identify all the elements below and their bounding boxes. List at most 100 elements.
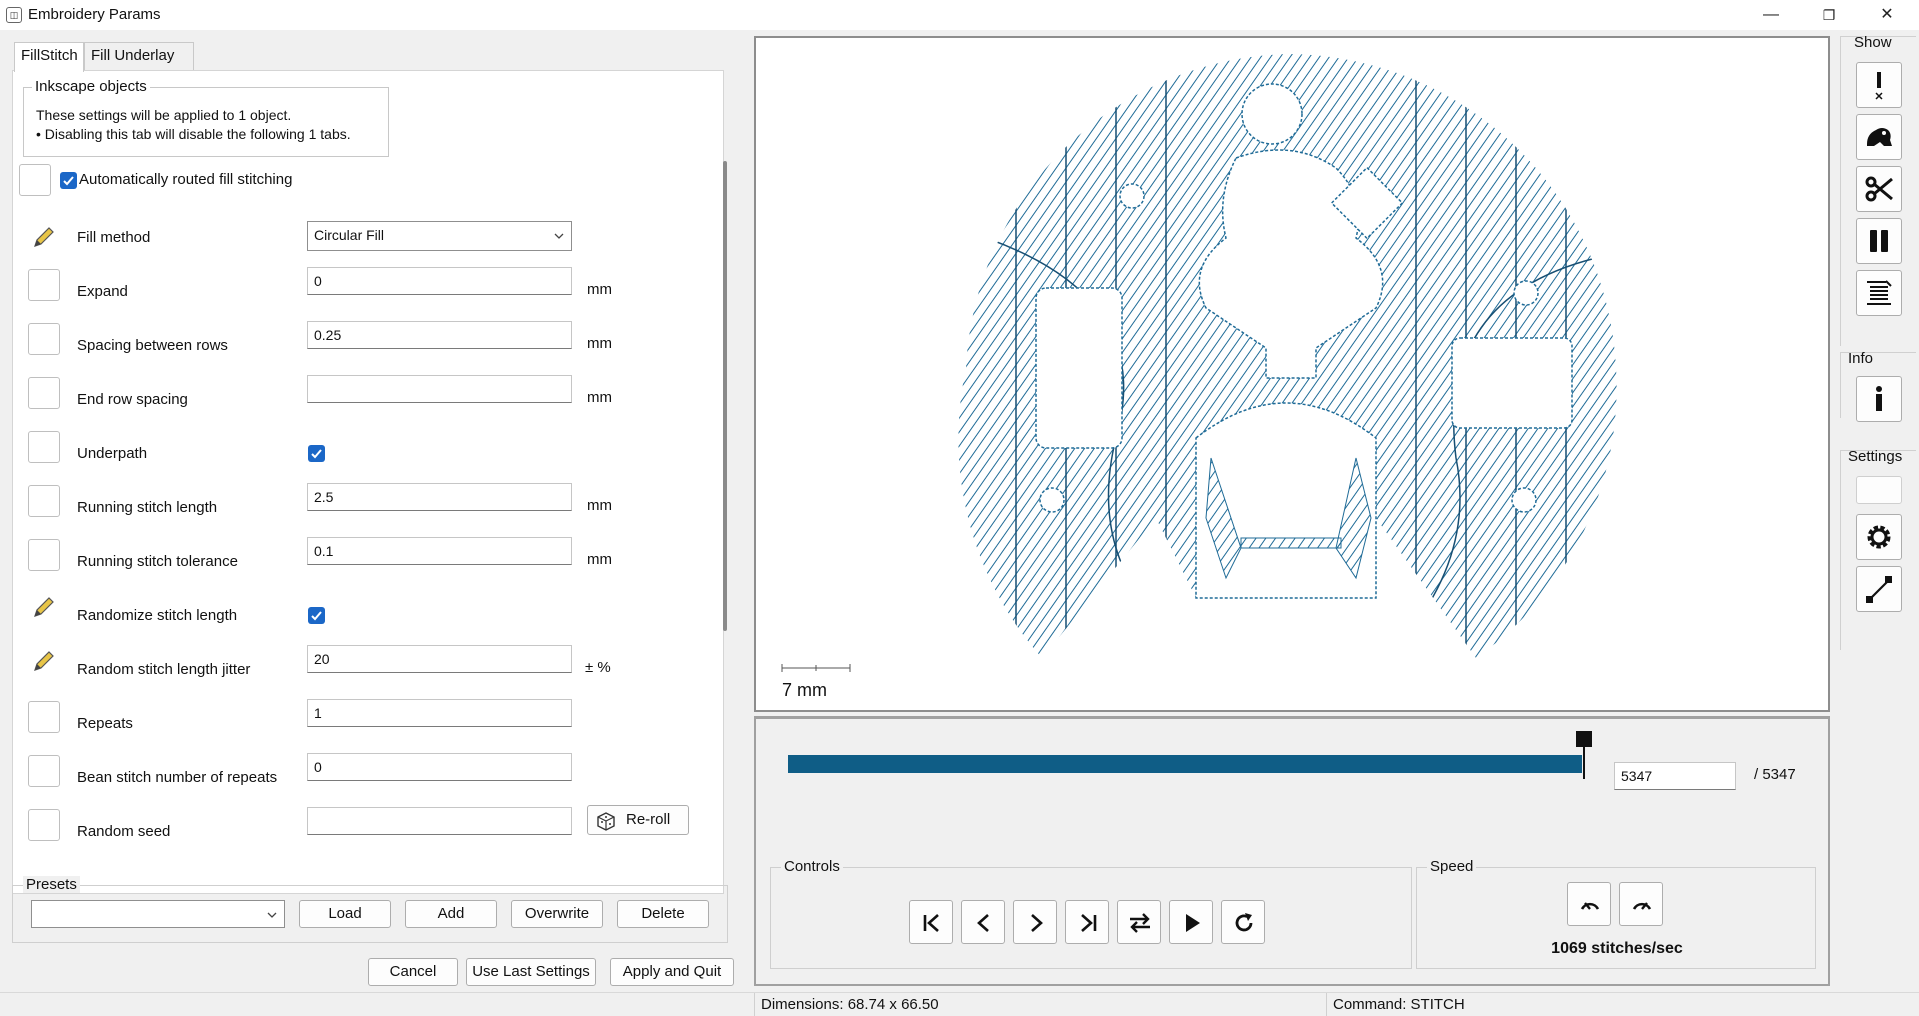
auto-fill-toggle[interactable] <box>19 164 51 196</box>
swap-direction-button[interactable] <box>1117 900 1161 944</box>
settings-button[interactable] <box>1856 514 1902 560</box>
spacing-toggle[interactable] <box>28 323 60 355</box>
expand-toggle[interactable] <box>28 269 60 301</box>
presets-group: Presets Load Add Overwrite Delete <box>12 876 728 943</box>
show-page-button[interactable] <box>1856 270 1902 316</box>
preview-canvas[interactable]: 7 mm <box>754 36 1830 712</box>
running-stitch-length-input[interactable] <box>307 483 572 511</box>
preset-overwrite-button[interactable]: Overwrite <box>511 900 603 928</box>
expand-label: Expand <box>77 283 128 300</box>
running-stitch-length-label: Running stitch length <box>77 499 218 516</box>
params-pane: FillStitch Fill Underlay Inkscape object… <box>0 30 742 992</box>
playback-panel: / 5347 Controls Speed 10 <box>754 716 1830 986</box>
swap-direction-icon <box>1130 913 1150 933</box>
show-stops-button[interactable] <box>1856 218 1902 264</box>
underpath-label: Underpath <box>77 445 148 462</box>
jitter-input[interactable] <box>307 645 572 673</box>
settings-blank-button[interactable] <box>1856 476 1902 504</box>
step-forward-button[interactable] <box>1013 900 1057 944</box>
random-seed-toggle[interactable] <box>28 809 60 841</box>
info-line-2: • Disabling this tab will disable the fo… <box>36 126 351 142</box>
underpath-checkbox[interactable] <box>308 445 325 462</box>
show-jumps-button[interactable] <box>1856 62 1902 108</box>
presets-select[interactable] <box>31 900 285 928</box>
chevron-down-icon <box>267 912 277 918</box>
fill-method-select[interactable]: Circular Fill <box>307 221 572 251</box>
status-dimensions: Dimensions: 68.74 x 66.50 <box>754 993 1324 1016</box>
progress-handle[interactable] <box>1576 731 1592 747</box>
close-button[interactable]: ✕ <box>1861 0 1913 30</box>
skip-to-start-button[interactable] <box>909 900 953 944</box>
refresh-icon <box>1235 913 1253 932</box>
end-row-spacing-input[interactable] <box>307 375 572 403</box>
tab-fill-underlay[interactable]: Fill Underlay <box>84 42 194 70</box>
repeats-toggle[interactable] <box>28 701 60 733</box>
repeats-input[interactable] <box>307 699 572 727</box>
pause-icon <box>1870 230 1888 252</box>
presets-legend: Presets <box>23 876 80 893</box>
spacing-unit: mm <box>587 335 612 352</box>
gear-icon <box>1867 525 1891 549</box>
minimize-button[interactable]: — <box>1745 0 1797 30</box>
preset-load-button[interactable]: Load <box>299 900 391 928</box>
reroll-button[interactable]: Re-roll <box>587 805 689 835</box>
fill-method-label: Fill method <box>77 229 151 246</box>
random-seed-input[interactable] <box>307 807 572 835</box>
bean-repeats-label: Bean stitch number of repeats <box>77 769 278 786</box>
underpath-toggle[interactable] <box>28 431 60 463</box>
exclamation-icon <box>1875 72 1883 100</box>
step-back-button[interactable] <box>961 900 1005 944</box>
running-stitch-tolerance-label: Running stitch tolerance <box>77 553 238 570</box>
info-button[interactable] <box>1856 376 1902 422</box>
expand-input[interactable] <box>307 267 572 295</box>
tab-fillstitch[interactable]: FillStitch <box>14 42 84 72</box>
info-icon <box>1876 386 1882 411</box>
step-forward-icon <box>1031 914 1043 932</box>
use-last-settings-button[interactable]: Use Last Settings <box>466 958 596 986</box>
speed-legend: Speed <box>1427 858 1477 875</box>
preset-add-button[interactable]: Add <box>405 900 497 928</box>
cancel-button[interactable]: Cancel <box>368 958 458 986</box>
slower-button[interactable] <box>1567 882 1611 926</box>
running-stitch-tolerance-toggle[interactable] <box>28 539 60 571</box>
stitch-counter-input[interactable] <box>1614 762 1736 790</box>
speed-up-icon <box>1632 902 1652 910</box>
preset-delete-button[interactable]: Delete <box>617 900 709 928</box>
progress-handle-stem <box>1583 747 1585 779</box>
show-trims-button[interactable] <box>1856 114 1902 160</box>
jitter-pencil-icon[interactable] <box>28 645 60 677</box>
skip-to-end-button[interactable] <box>1065 900 1109 944</box>
spacing-input[interactable] <box>307 321 572 349</box>
scale-bar <box>781 664 851 672</box>
randomize-checkbox[interactable] <box>308 607 325 624</box>
auto-fill-checkbox[interactable] <box>60 172 77 189</box>
status-command: Command: STITCH <box>1326 993 1919 1016</box>
randomize-label: Randomize stitch length <box>77 607 238 624</box>
play-icon <box>1186 914 1200 932</box>
randomize-pencil-icon[interactable] <box>28 591 60 623</box>
resize-diagonal-icon <box>1866 576 1892 603</box>
slow-down-icon <box>1580 902 1600 910</box>
running-stitch-length-toggle[interactable] <box>28 485 60 517</box>
fill-method-value: Circular Fill <box>314 227 384 243</box>
text-lines-icon <box>1867 280 1892 305</box>
params-scrollbar[interactable] <box>723 161 727 631</box>
fill-method-pencil-icon[interactable] <box>28 221 60 253</box>
refresh-button[interactable] <box>1221 900 1265 944</box>
bean-repeats-input[interactable] <box>307 753 572 781</box>
end-row-spacing-toggle[interactable] <box>28 377 60 409</box>
running-stitch-tolerance-input[interactable] <box>307 537 572 565</box>
speed-value: 1069 stitches/sec <box>1551 940 1683 957</box>
apply-and-quit-button[interactable]: Apply and Quit <box>610 958 734 986</box>
faster-button[interactable] <box>1619 882 1663 926</box>
show-cuts-button[interactable] <box>1856 166 1902 212</box>
maximize-button[interactable]: ❐ <box>1803 0 1855 30</box>
fit-resize-button[interactable] <box>1856 566 1902 612</box>
running-stitch-tolerance-unit: mm <box>587 551 612 568</box>
inkscape-objects-group: Inkscape objects These settings will be … <box>23 78 389 157</box>
bean-repeats-toggle[interactable] <box>28 755 60 787</box>
inkscape-objects-legend: Inkscape objects <box>32 78 150 95</box>
stitch-progress-bar[interactable] <box>788 755 1582 773</box>
play-button[interactable] <box>1169 900 1213 944</box>
scissors-icon <box>1865 176 1893 202</box>
